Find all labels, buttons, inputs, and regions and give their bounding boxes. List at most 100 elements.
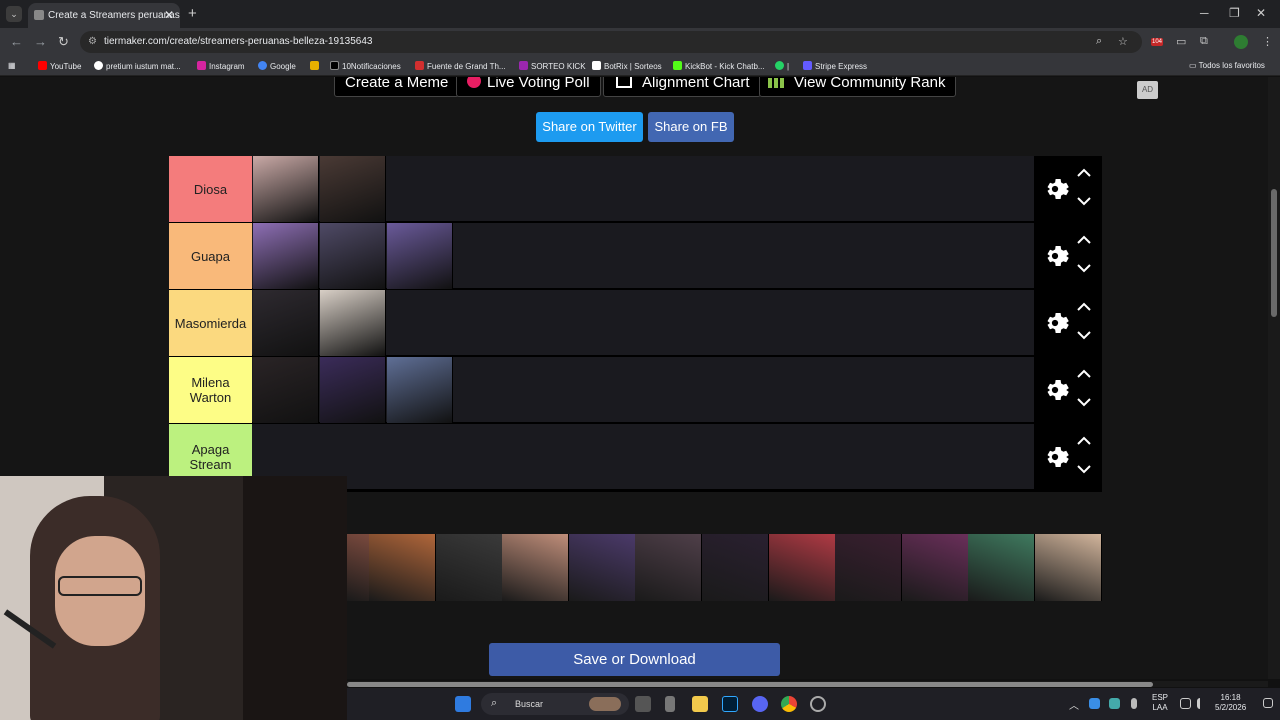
tier-item-image[interactable] xyxy=(253,357,319,423)
pool-item-image[interactable] xyxy=(347,534,369,601)
tab-active[interactable]: Create a Streamers peruanas b... ✕ xyxy=(28,3,180,28)
input-language[interactable]: ESP LAA xyxy=(1152,693,1168,713)
profile-avatar[interactable] xyxy=(1234,35,1248,49)
minimize-icon[interactable]: ─ xyxy=(1200,6,1209,20)
bookmark-item[interactable]: YouTube xyxy=(38,61,81,71)
move-down-chevron-icon[interactable] xyxy=(1077,263,1091,273)
chrome-icon[interactable] xyxy=(781,696,797,712)
tier-item-image[interactable] xyxy=(320,290,386,356)
move-up-chevron-icon[interactable] xyxy=(1077,302,1091,312)
share-twitter-button[interactable]: Share on Twitter xyxy=(536,112,643,142)
move-down-chevron-icon[interactable] xyxy=(1077,196,1091,206)
forward-icon[interactable]: → xyxy=(34,34,47,49)
bookmark-item[interactable] xyxy=(310,61,322,71)
share-fb-button[interactable]: Share on FB xyxy=(648,112,734,142)
tier-item-image[interactable] xyxy=(387,357,453,423)
settings-gear-icon[interactable] xyxy=(1040,375,1070,405)
app-circle-icon[interactable] xyxy=(810,696,826,712)
move-up-chevron-icon[interactable] xyxy=(1077,235,1091,245)
horizontal-scroll-thumb[interactable] xyxy=(347,682,1153,687)
volume-icon[interactable] xyxy=(1197,698,1208,709)
tier-label[interactable]: Masomierda xyxy=(169,290,252,356)
app-icon[interactable] xyxy=(665,696,675,712)
tab-close-icon[interactable]: ✕ xyxy=(164,8,174,22)
reload-icon[interactable]: ↻ xyxy=(58,34,69,50)
discord-icon[interactable] xyxy=(752,696,768,712)
extension-badge[interactable]: 104 xyxy=(1151,38,1164,46)
bookmark-item[interactable]: KickBot - Kick Chatb... xyxy=(673,61,765,71)
tier-item-image[interactable] xyxy=(320,223,386,289)
save-download-button[interactable]: Save or Download xyxy=(489,643,780,676)
bookmark-item[interactable]: Instagram xyxy=(197,61,245,71)
apps-grid-icon[interactable]: ▦ xyxy=(8,61,16,70)
file-explorer-icon[interactable] xyxy=(692,696,708,712)
pool-item-image[interactable] xyxy=(568,534,635,601)
settings-gear-icon[interactable] xyxy=(1040,308,1070,338)
scroll-thumb[interactable] xyxy=(1271,189,1277,317)
pool-item-image[interactable] xyxy=(1035,534,1101,601)
settings-gear-icon[interactable] xyxy=(1040,174,1070,204)
pool-item-image[interactable] xyxy=(502,534,569,601)
close-window-icon[interactable]: ✕ xyxy=(1256,6,1266,20)
live-voting-poll-button[interactable]: Live Voting Poll xyxy=(456,77,601,97)
tier-item-image[interactable] xyxy=(253,290,319,356)
microphone-icon[interactable] xyxy=(1131,698,1137,709)
tier-label[interactable]: Guapa xyxy=(169,223,252,289)
windows-start-icon[interactable] xyxy=(455,696,471,712)
tier-item-image[interactable] xyxy=(387,223,453,289)
tier-item-image[interactable] xyxy=(320,156,386,222)
view-community-rank-button[interactable]: View Community Rank xyxy=(759,77,957,97)
ad-badge[interactable]: AD xyxy=(1137,81,1158,99)
move-down-chevron-icon[interactable] xyxy=(1077,464,1091,474)
tier-label[interactable]: Milena Warton xyxy=(169,357,252,423)
bookmark-item[interactable]: pretium iustum mat... xyxy=(94,61,181,71)
tray-chevron-icon[interactable]: ︿ xyxy=(1069,697,1079,712)
move-down-chevron-icon[interactable] xyxy=(1077,330,1091,340)
bookmark-item[interactable]: Google xyxy=(258,61,296,71)
tab-search-icon[interactable]: ⌄ xyxy=(6,6,22,22)
pool-item-image[interactable] xyxy=(435,534,502,601)
address-bar[interactable]: ⚙ tiermaker.com/create/streamers-peruana… xyxy=(80,31,1142,53)
bookmark-item[interactable]: SORTEO KICK xyxy=(519,61,586,71)
restore-icon[interactable]: ❐ xyxy=(1229,6,1240,20)
extensions-puzzle-icon[interactable]: ⧉ xyxy=(1200,35,1208,48)
tray-shield-icon[interactable] xyxy=(1109,698,1120,709)
tray-app-icon[interactable] xyxy=(1089,698,1100,709)
tier-row[interactable]: Masomierda xyxy=(169,290,1102,357)
horizontal-scrollbar[interactable] xyxy=(347,681,1268,687)
pool-item-image[interactable] xyxy=(702,534,768,601)
vertical-scrollbar[interactable] xyxy=(1268,77,1280,679)
pool-item-image[interactable] xyxy=(768,534,835,601)
tier-row[interactable]: Milena Warton xyxy=(169,357,1102,424)
move-down-chevron-icon[interactable] xyxy=(1077,397,1091,407)
extension-icon[interactable]: ▭ xyxy=(1176,35,1186,48)
zoom-icon[interactable]: ⌕ xyxy=(1096,35,1102,48)
bookmark-item[interactable]: | xyxy=(775,61,789,71)
tier-item-image[interactable] xyxy=(253,156,319,222)
tier-item-image[interactable] xyxy=(253,223,319,289)
taskbar-clock[interactable]: 16:18 5/2/2026 xyxy=(1215,693,1246,713)
bookmark-item[interactable]: Stripe Express xyxy=(803,61,867,71)
bookmark-item[interactable]: BotRix | Sorteos xyxy=(592,61,662,71)
tier-item-image[interactable] xyxy=(320,357,386,423)
all-bookmarks-folder[interactable]: ▭ Todos los favoritos xyxy=(1189,61,1265,70)
pool-item-image[interactable] xyxy=(968,534,1035,601)
task-view-icon[interactable] xyxy=(635,696,651,712)
settings-gear-icon[interactable] xyxy=(1040,442,1070,472)
pool-item-image[interactable] xyxy=(835,534,902,601)
bookmark-item[interactable]: 10Notificaciones xyxy=(330,61,401,71)
pool-item-image[interactable] xyxy=(901,534,968,601)
move-up-chevron-icon[interactable] xyxy=(1077,436,1091,446)
pool-item-image[interactable] xyxy=(635,534,702,601)
notifications-icon[interactable] xyxy=(1263,698,1273,708)
tier-row[interactable]: Guapa xyxy=(169,223,1102,290)
bookmark-star-icon[interactable]: ☆ xyxy=(1118,35,1128,48)
site-info-icon[interactable]: ⚙ xyxy=(88,36,97,47)
menu-kebab-icon[interactable]: ⋮ xyxy=(1262,35,1273,48)
move-up-chevron-icon[interactable] xyxy=(1077,369,1091,379)
settings-gear-icon[interactable] xyxy=(1040,241,1070,271)
photoshop-icon[interactable] xyxy=(722,696,738,712)
bookmark-item[interactable]: Fuente de Grand Th... xyxy=(415,61,506,71)
alignment-chart-button[interactable]: Alignment Chart xyxy=(603,77,761,97)
network-icon[interactable] xyxy=(1180,698,1191,709)
